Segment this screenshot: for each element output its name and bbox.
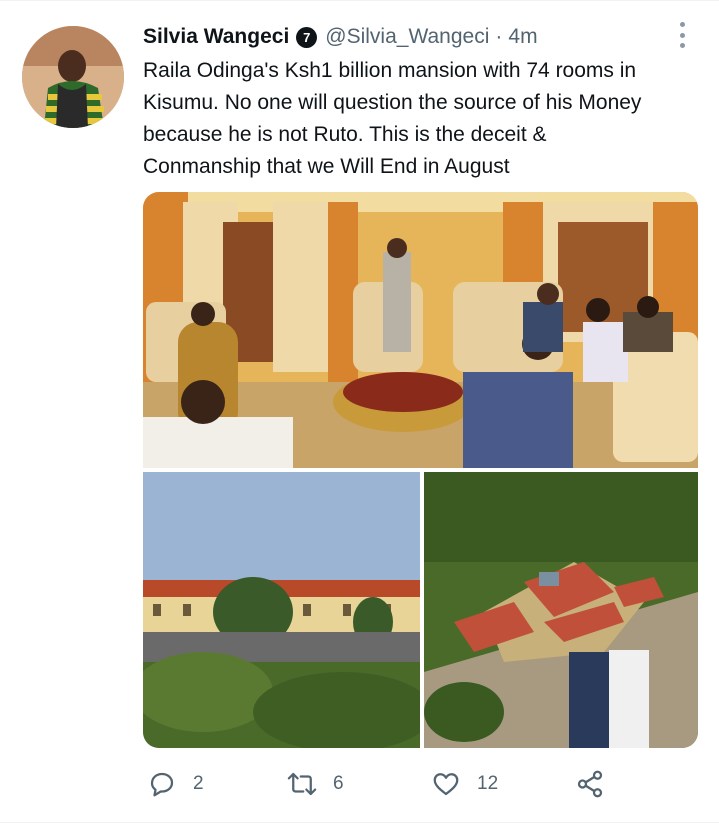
verified-badge-icon: 7 [296, 26, 318, 48]
share-button[interactable] [575, 764, 621, 804]
retweet-button[interactable]: 6 [287, 764, 344, 804]
tweet-text-line: Kisumu. No one will question the source … [143, 91, 642, 114]
author-handle[interactable]: @Silvia_Wangeci [325, 25, 489, 49]
living-room-photo[interactable] [143, 192, 698, 468]
tweet-text: Raila Odinga's Ksh1 billion mansion with… [143, 55, 703, 183]
retweet-icon [287, 772, 317, 796]
avatar[interactable] [22, 26, 124, 128]
share-icon [577, 770, 603, 798]
tweet-actions: 2 6 12 [143, 764, 623, 804]
like-count: 12 [477, 773, 499, 794]
retweet-count: 6 [333, 773, 344, 794]
mansion-aerial-photo[interactable] [424, 472, 698, 748]
like-button[interactable]: 12 [431, 764, 498, 804]
reply-count: 2 [193, 773, 204, 794]
timestamp[interactable]: 4m [508, 25, 537, 49]
top-divider [0, 0, 719, 1]
media-grid [143, 192, 698, 748]
reply-button[interactable]: 2 [147, 764, 204, 804]
tweet-text-line: Raila Odinga's Ksh1 billion mansion with… [143, 59, 637, 82]
author-name[interactable]: Silvia Wangeci [143, 25, 289, 49]
mansion-exterior-photo[interactable] [143, 472, 420, 748]
reply-icon [150, 772, 174, 797]
tweet-text-line: Conmanship that we Will End in August [143, 155, 510, 178]
heart-icon [433, 773, 459, 796]
tweet-header: Silvia Wangeci 7 @Silvia_Wangeci · 4m [143, 22, 538, 52]
separator: · [495, 25, 503, 48]
more-options-icon[interactable] [672, 22, 692, 48]
bottom-divider [0, 822, 719, 823]
tweet-text-line: because he is not Ruto. This is the dece… [143, 123, 547, 146]
